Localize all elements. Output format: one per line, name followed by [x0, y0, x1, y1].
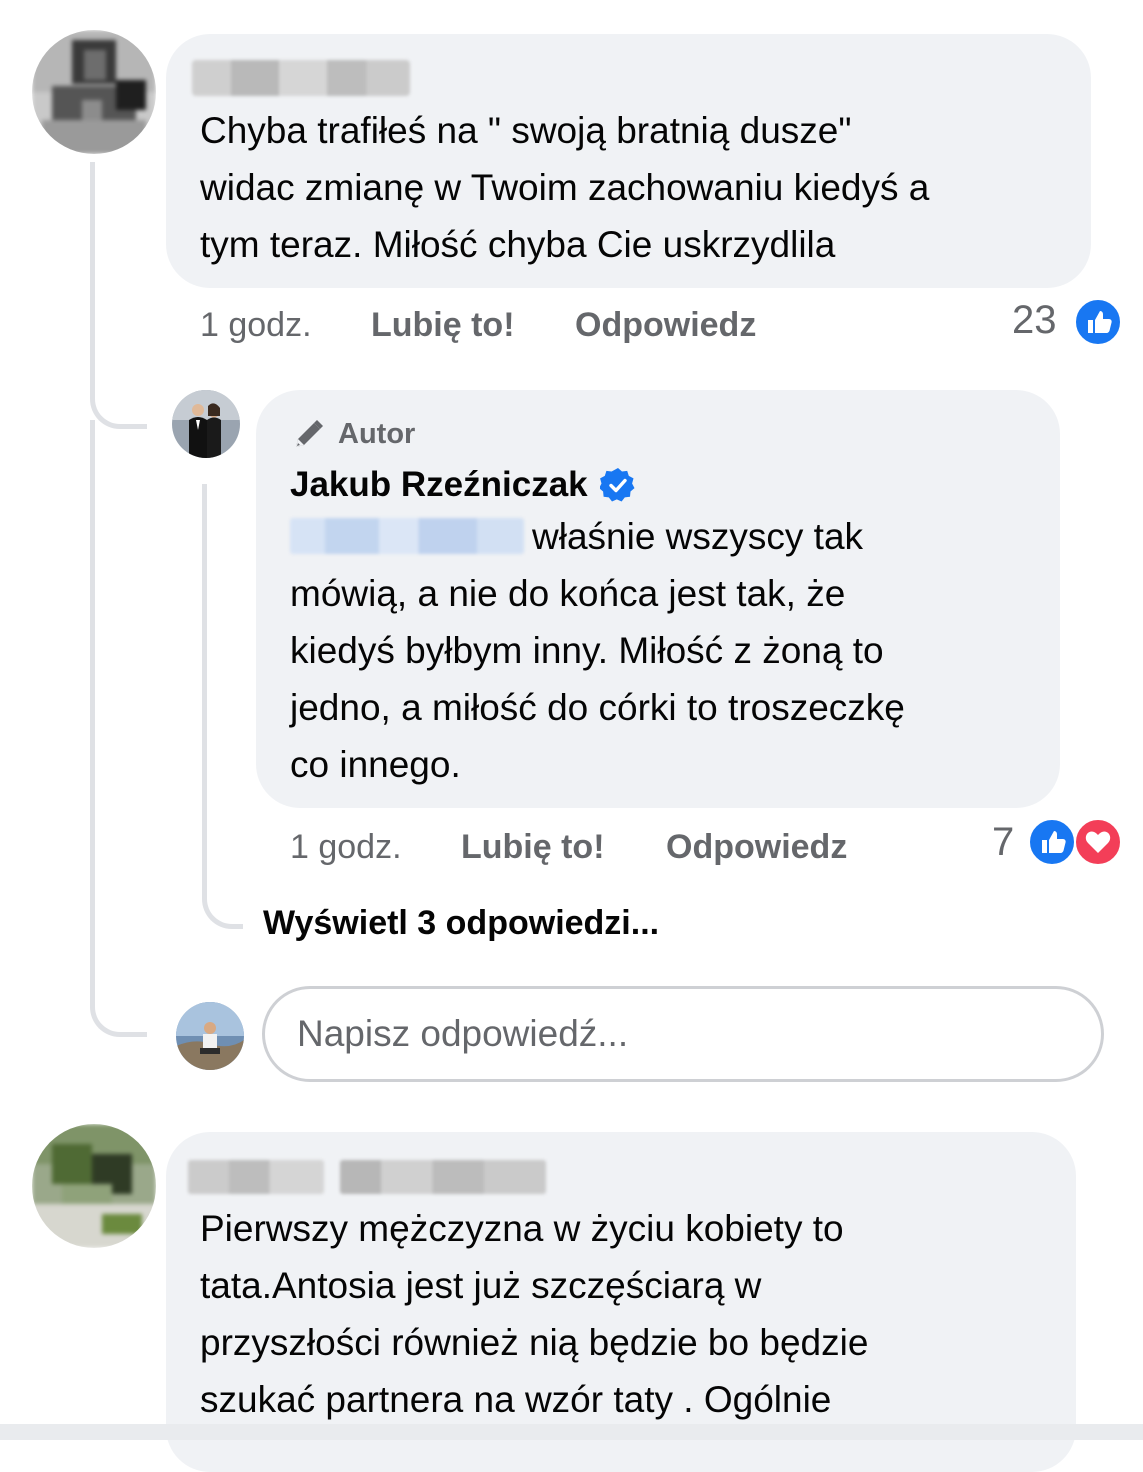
comment-text: Chyba trafiłeś na " swoją bratnią dusze"…: [200, 110, 930, 265]
author-reply-reaction-count[interactable]: 7: [992, 820, 1014, 865]
author-name-row[interactable]: Jakub Rzeźniczak: [290, 462, 636, 508]
author-reply-reply-button[interactable]: Odpowiedz: [666, 828, 847, 867]
author-reply-like-button[interactable]: Lubię to!: [461, 828, 605, 867]
verified-badge-icon: [598, 467, 636, 503]
thread-line-reply: [202, 484, 243, 929]
comment-bubble: Pierwszy mężczyzna w życiu kobiety to ta…: [166, 1132, 1076, 1472]
author-badge-label: Autor: [338, 417, 416, 450]
current-user-avatar[interactable]: [176, 1002, 244, 1070]
author-reply-text-first-line: właśnie wszyscy tak: [532, 516, 864, 557]
author-reply-time[interactable]: 1 godz.: [290, 828, 402, 867]
reply-label: Odpowiedz: [575, 306, 757, 344]
like-label: Lubię to!: [371, 306, 515, 344]
commenter-name-redacted[interactable]: [188, 1160, 324, 1194]
reply-input[interactable]: Napisz odpowiedź...: [262, 986, 1104, 1082]
author-reply-bubble: Autor Jakub Rzeźniczak właśnie wszyscy t…: [256, 390, 1060, 808]
bottom-edge-shade: [0, 1424, 1143, 1440]
like-button[interactable]: Lubię to!: [371, 306, 515, 345]
reply-label: Odpowiedz: [666, 828, 848, 866]
like-reaction-icon[interactable]: [1074, 298, 1122, 346]
view-replies-link[interactable]: Wyświetl 3 odpowiedzi...: [263, 904, 659, 943]
love-reaction-icon[interactable]: [1074, 818, 1122, 866]
mentioned-name-redacted[interactable]: [290, 518, 524, 554]
thread-line-main: [90, 162, 147, 429]
like-label: Lubię to!: [461, 828, 605, 866]
reply-input-placeholder: Napisz odpowiedź...: [297, 1013, 629, 1054]
author-badge: Autor: [292, 414, 415, 454]
avatar[interactable]: [32, 30, 156, 154]
avatar[interactable]: [32, 1124, 156, 1248]
commenter-surname-redacted[interactable]: [340, 1160, 546, 1194]
comment-time[interactable]: 1 godz.: [200, 306, 312, 345]
reaction-count[interactable]: 23: [1012, 298, 1057, 343]
commenter-name-redacted[interactable]: [192, 60, 410, 96]
comment-text: Pierwszy mężczyzna w życiu kobiety to ta…: [200, 1208, 869, 1420]
author-reply-text: mówią, a nie do końca jest tak, że kiedy…: [290, 573, 905, 785]
author-avatar[interactable]: [172, 390, 240, 458]
reply-button[interactable]: Odpowiedz: [575, 306, 756, 345]
thread-line-main-lower: [90, 420, 147, 1037]
author-name: Jakub Rzeźniczak: [290, 465, 588, 504]
pen-icon: [292, 417, 326, 451]
comment-bubble: Chyba trafiłeś na " swoją bratnią dusze"…: [166, 34, 1091, 288]
like-reaction-icon[interactable]: [1028, 818, 1076, 866]
